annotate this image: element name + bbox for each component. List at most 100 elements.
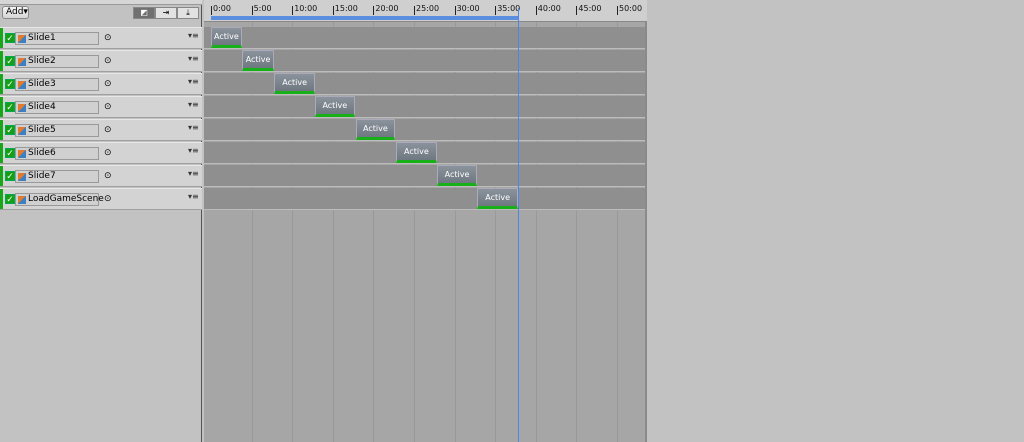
timeline-area[interactable]: 0:00 5:00 10:00 15:00 20:00 25:00 30:00 35:00 40… (204, 0, 647, 442)
object-picker-icon[interactable]: ⊙ (104, 125, 112, 135)
activation-clip[interactable]: Active (396, 142, 437, 163)
track-object-field[interactable]: Slide7 (15, 170, 99, 183)
track-object-field[interactable]: LoadGameScene (15, 193, 104, 206)
track-menu-icon[interactable]: ▾≡ (188, 77, 199, 86)
activation-clip[interactable]: Active (477, 188, 518, 209)
ruler-tick (211, 6, 212, 15)
track-row[interactable]: ✓ Slide6 ⊙ ▾≡ (0, 142, 202, 164)
ruler-tick-label: 0:00 (213, 4, 231, 13)
mode-buttons: ◩ ⇥ ⤓ (133, 7, 199, 19)
ruler-tick-label: 15:00 (334, 4, 358, 13)
track-enabled-checkbox[interactable]: ✓ (5, 33, 15, 44)
activation-clip[interactable]: Active (274, 73, 315, 94)
activation-clip[interactable]: Active (355, 119, 396, 140)
track-name: Slide2 (28, 56, 56, 66)
track-enabled-checkbox[interactable]: ✓ (5, 79, 15, 90)
track-menu-icon[interactable]: ▾≡ (188, 123, 199, 132)
ruler-tick (495, 6, 497, 15)
ruler-tick (454, 6, 456, 15)
play-range (211, 16, 518, 20)
track-name: Slide4 (28, 102, 56, 112)
track-object-field[interactable]: Slide2 (15, 55, 99, 68)
track-lane[interactable]: Active (204, 73, 645, 95)
track-row[interactable]: ✓ LoadGameScene ⊙ ▾≡ (0, 188, 202, 210)
track-object-field[interactable]: Slide1 (15, 32, 99, 45)
track-row[interactable]: ✓ Slide5 ⊙ ▾≡ (0, 119, 202, 141)
track-enabled-checkbox[interactable]: ✓ (5, 194, 15, 205)
ruler-tick-label: 5:00 (253, 4, 272, 13)
ruler-tick-label: 40:00 (537, 4, 561, 13)
track-row[interactable]: ✓ Slide2 ⊙ ▾≡ (0, 50, 202, 72)
edit-mode-mix-button[interactable]: ◩ (133, 7, 155, 19)
gameobject-icon (18, 196, 26, 204)
ruler-tick (576, 6, 578, 15)
track-lane[interactable]: Active (204, 119, 645, 141)
track-enabled-checkbox[interactable]: ✓ (5, 56, 15, 67)
track-menu-icon[interactable]: ▾≡ (188, 100, 199, 109)
track-lane[interactable]: Active (204, 142, 645, 164)
ruler-tick-label: 10:00 (294, 4, 318, 13)
track-enabled-checkbox[interactable]: ✓ (5, 125, 15, 136)
track-menu-icon[interactable]: ▾≡ (188, 54, 199, 63)
track-object-field[interactable]: Slide5 (15, 124, 99, 137)
track-lane[interactable]: Active (204, 27, 645, 49)
object-picker-icon[interactable]: ⊙ (104, 102, 112, 112)
track-object-field[interactable]: Slide4 (15, 101, 99, 114)
track-menu-icon[interactable]: ▾≡ (188, 192, 199, 201)
track-enabled-checkbox[interactable]: ✓ (5, 102, 15, 113)
track-row[interactable]: ✓ Slide3 ⊙ ▾≡ (0, 73, 202, 95)
track-row[interactable]: ✓ Slide1 ⊙ ▾≡ (0, 27, 202, 49)
track-menu-icon[interactable]: ▾≡ (188, 146, 199, 155)
track-menu-icon[interactable]: ▾≡ (188, 169, 199, 178)
playhead[interactable] (517, 8, 519, 442)
track-name: Slide3 (28, 79, 56, 89)
object-picker-icon[interactable]: ⊙ (104, 148, 112, 158)
gameobject-icon (18, 58, 26, 66)
track-name: Slide5 (28, 125, 56, 135)
track-list-panel: Add▾ ◩ ⇥ ⤓ ✓ Slide1 ⊙ ▾≡ ✓ Slide2 ⊙ ▾≡ ✓… (0, 0, 202, 442)
ruler-tick (251, 6, 253, 15)
track-lane[interactable]: Active (204, 50, 645, 72)
object-picker-icon[interactable]: ⊙ (104, 56, 112, 66)
ruler-tick (332, 6, 334, 15)
track-enabled-checkbox[interactable]: ✓ (5, 171, 15, 182)
track-object-field[interactable]: Slide3 (15, 78, 99, 91)
gameobject-icon (18, 104, 26, 112)
object-picker-icon[interactable]: ⊙ (104, 194, 112, 204)
activation-clip[interactable]: Active (211, 27, 242, 48)
ruler-tick (535, 6, 537, 15)
track-color-bar (0, 143, 3, 163)
track-color-bar (0, 51, 3, 71)
ruler-tick (617, 6, 618, 15)
ruler-tick (414, 6, 415, 15)
track-color-bar (0, 189, 3, 209)
edit-mode-ripple-button[interactable]: ⇥ (155, 7, 177, 19)
track-object-field[interactable]: Slide6 (15, 147, 99, 160)
object-picker-icon[interactable]: ⊙ (104, 79, 112, 89)
add-button[interactable]: Add▾ (2, 6, 29, 19)
gameobject-icon (18, 81, 26, 89)
activation-clip[interactable]: Active (314, 96, 355, 117)
track-menu-icon[interactable]: ▾≡ (188, 31, 199, 40)
track-color-bar (0, 28, 3, 48)
gameobject-icon (18, 173, 26, 181)
track-name: Slide1 (28, 33, 56, 43)
track-enabled-checkbox[interactable]: ✓ (5, 148, 15, 159)
ruler-tick-label: 45:00 (578, 4, 602, 13)
time-ruler[interactable]: 0:00 5:00 10:00 15:00 20:00 25:00 30:00 35:00 40… (204, 0, 647, 22)
track-color-bar (0, 97, 3, 117)
activation-clip[interactable]: Active (436, 165, 478, 186)
track-lane[interactable]: Active (204, 96, 645, 118)
track-row[interactable]: ✓ Slide7 ⊙ ▾≡ (0, 165, 202, 187)
object-picker-icon[interactable]: ⊙ (104, 33, 112, 43)
activation-clip[interactable]: Active (241, 50, 275, 71)
object-picker-icon[interactable]: ⊙ (104, 171, 112, 181)
track-color-bar (0, 120, 3, 140)
track-color-bar (0, 74, 3, 94)
edit-mode-replace-button[interactable]: ⤓ (177, 7, 199, 19)
ruler-tick-label: 30:00 (456, 4, 480, 13)
track-row[interactable]: ✓ Slide4 ⊙ ▾≡ (0, 96, 202, 118)
top-strip (0, 0, 202, 5)
track-lane[interactable]: Active (204, 165, 645, 187)
track-lane[interactable]: Active (204, 188, 645, 210)
